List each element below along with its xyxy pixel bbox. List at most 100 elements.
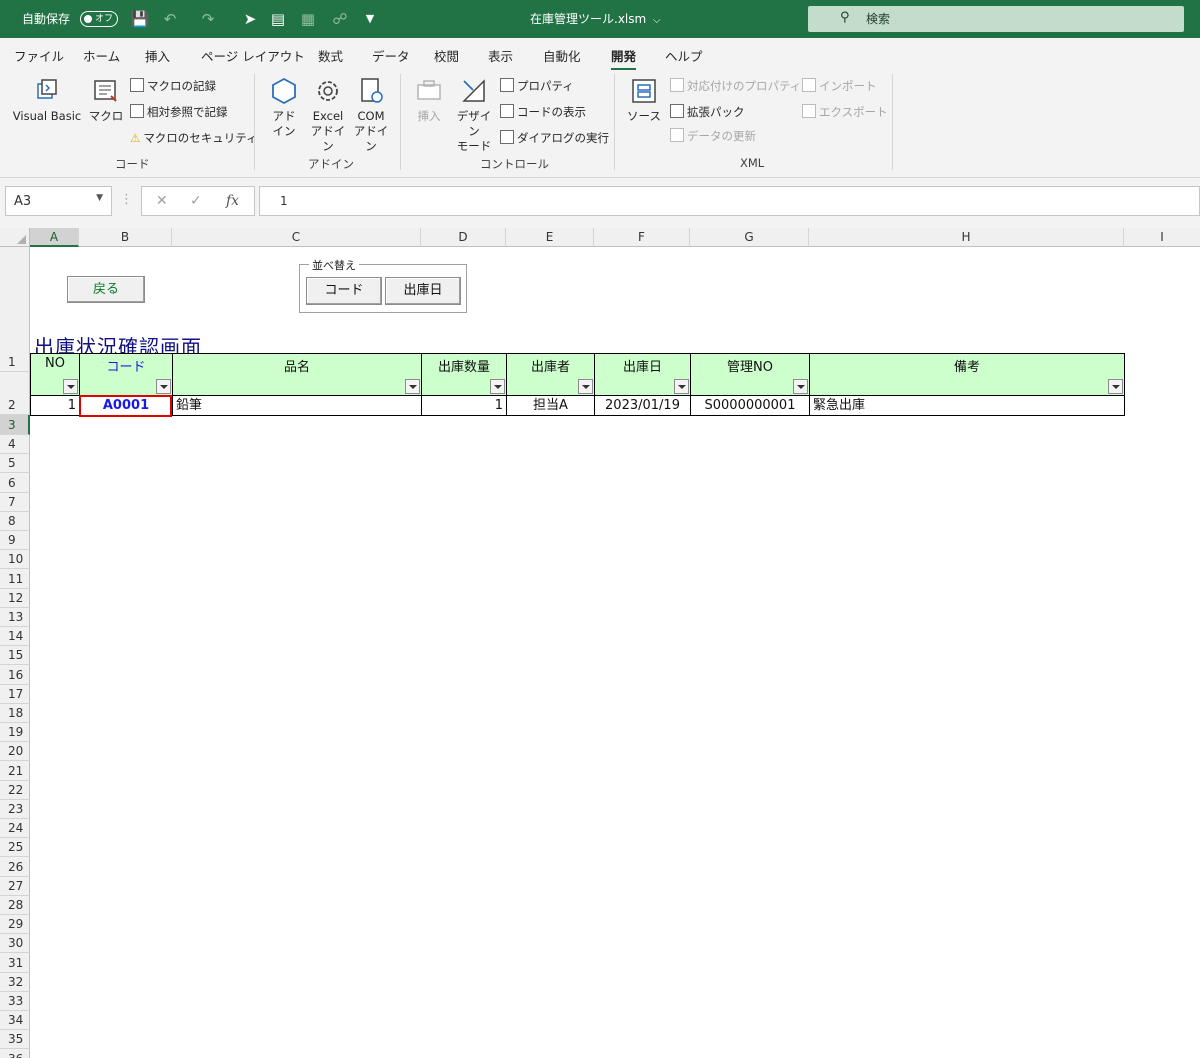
row-header-6[interactable]: 6 (0, 473, 30, 493)
filter-dropdown-icon[interactable] (674, 379, 689, 394)
row-header-34[interactable]: 34 (0, 1011, 30, 1031)
row-header-15[interactable]: 15 (0, 646, 30, 666)
touch-mode-icon[interactable]: ▤ (268, 9, 288, 29)
tab-automate[interactable]: 自動化 (543, 46, 581, 65)
enter-icon[interactable]: ✓ (190, 193, 202, 209)
pointer-icon[interactable]: ➤ (240, 9, 260, 29)
row-header-22[interactable]: 22 (0, 781, 30, 800)
tab-page-layout[interactable]: ページ レイアウト (201, 46, 305, 65)
map-properties-button[interactable]: 対応付けのプロパティ (670, 78, 801, 94)
row-header-26[interactable]: 26 (0, 857, 30, 877)
customize-qat-icon[interactable]: ▼ (360, 9, 380, 29)
name-box[interactable]: A3 ▼ (5, 186, 112, 216)
table-cell-remarks[interactable]: 緊急出庫 (809, 396, 1125, 416)
row-header-20[interactable]: 20 (0, 742, 30, 762)
column-header-b[interactable]: B (79, 228, 172, 247)
tab-file[interactable]: ファイル (14, 46, 64, 65)
row-header-30[interactable]: 30 (0, 934, 30, 954)
row-header-7[interactable]: 7 (0, 493, 30, 512)
export-button[interactable]: エクスポート (802, 104, 888, 120)
excel-addin-button[interactable]: Excel アドイン (307, 76, 349, 154)
table-cell-management-no[interactable]: S0000000001 (690, 396, 810, 416)
row-header-14[interactable]: 14 (0, 627, 30, 647)
addin-button[interactable]: アド イン (266, 76, 302, 139)
run-dialog-button[interactable]: ダイアログの実行 (500, 130, 609, 146)
row-header-29[interactable]: 29 (0, 915, 30, 935)
lock-icon[interactable]: ☍ (330, 9, 350, 29)
row-header-10[interactable]: 10 (0, 550, 30, 570)
properties-button[interactable]: プロパティ (500, 78, 574, 94)
row-header-23[interactable]: 23 (0, 800, 30, 819)
row-header-32[interactable]: 32 (0, 973, 30, 992)
visual-basic-button[interactable]: Visual Basic (10, 76, 84, 124)
row-header-25[interactable]: 25 (0, 838, 30, 858)
insert-control-button[interactable]: 挿入 (410, 76, 448, 124)
row-header-16[interactable]: 16 (0, 665, 30, 685)
record-macro-button[interactable]: マクロの記録 (130, 78, 216, 94)
row-header-24[interactable]: 24 (0, 819, 30, 839)
column-header-a[interactable]: A (30, 228, 79, 247)
back-button[interactable]: 戻る (67, 276, 145, 303)
row-header-18[interactable]: 18 (0, 704, 30, 723)
cancel-icon[interactable]: ✕ (156, 193, 168, 209)
row-header-17[interactable]: 17 (0, 685, 30, 704)
filter-dropdown-icon[interactable] (578, 379, 593, 394)
macro-security-button[interactable]: ⚠ マクロのセキュリティ (130, 130, 258, 146)
row-header-4[interactable]: 4 (0, 435, 30, 455)
undo-icon[interactable]: ↶ (160, 9, 180, 29)
table-cell-no[interactable]: 1 (30, 396, 80, 416)
column-header-c[interactable]: C (172, 228, 421, 247)
file-title[interactable]: 在庫管理ツール.xlsm ⌵ (530, 0, 661, 38)
filter-dropdown-icon[interactable] (1108, 379, 1123, 394)
row-header-5[interactable]: 5 (0, 454, 30, 474)
design-mode-button[interactable]: デザイン モード (452, 76, 496, 154)
row-header-19[interactable]: 19 (0, 723, 30, 743)
filter-dropdown-icon[interactable] (156, 379, 171, 394)
select-all-corner[interactable] (0, 228, 30, 247)
autosave-toggle[interactable]: オフ (80, 11, 118, 27)
search-box[interactable]: ⚲ 検索 (808, 6, 1184, 32)
row-header-13[interactable]: 13 (0, 608, 30, 627)
more-options-icon[interactable]: ⋮ (120, 192, 133, 207)
import-button[interactable]: インポート (802, 78, 877, 94)
column-header-g[interactable]: G (690, 228, 809, 247)
row-header-33[interactable]: 33 (0, 992, 30, 1011)
formula-input[interactable]: 1 (259, 186, 1200, 216)
tab-insert[interactable]: 挿入 (145, 46, 170, 65)
refresh-data-button[interactable]: データの更新 (670, 128, 756, 144)
save-icon[interactable]: 💾 (130, 9, 150, 29)
tab-review[interactable]: 校閲 (434, 46, 459, 65)
row-header-2[interactable]: 2 (0, 372, 30, 415)
table-cell-item-name[interactable]: 鉛筆 (172, 396, 422, 416)
relative-reference-button[interactable]: 相対参照で記録 (130, 104, 228, 120)
row-header-12[interactable]: 12 (0, 589, 30, 608)
insert-function-icon[interactable]: fx (226, 193, 239, 209)
view-code-button[interactable]: コードの表示 (500, 104, 586, 120)
table-cell-quantity[interactable]: 1 (421, 396, 507, 416)
row-header-31[interactable]: 31 (0, 953, 30, 973)
tab-data[interactable]: データ (372, 46, 410, 65)
sort-by-date-button[interactable]: 出庫日 (385, 277, 461, 305)
column-header-d[interactable]: D (421, 228, 506, 247)
expansion-pack-button[interactable]: 拡張パック (670, 104, 745, 120)
row-header-8[interactable]: 8 (0, 512, 30, 531)
com-addin-button[interactable]: COM アドイン (350, 76, 392, 154)
row-header-27[interactable]: 27 (0, 877, 30, 896)
table-cell-code[interactable]: A0001 (79, 396, 173, 416)
macro-button[interactable]: マクロ (88, 76, 124, 124)
table-cell-shipper[interactable]: 担当A (506, 396, 595, 416)
filter-dropdown-icon[interactable] (405, 379, 420, 394)
row-header-1[interactable]: 1 (0, 247, 30, 372)
row-header-3[interactable]: 3 (0, 415, 30, 435)
column-header-i[interactable]: I (1124, 228, 1200, 247)
filter-dropdown-icon[interactable] (63, 379, 78, 394)
table-cell-ship-date[interactable]: 2023/01/19 (594, 396, 691, 416)
row-header-35[interactable]: 35 (0, 1030, 30, 1050)
tab-formulas[interactable]: 数式 (318, 46, 343, 65)
filter-dropdown-icon[interactable] (490, 379, 505, 394)
row-header-9[interactable]: 9 (0, 531, 30, 551)
column-header-h[interactable]: H (809, 228, 1124, 247)
filter-dropdown-icon[interactable] (793, 379, 808, 394)
tab-developer[interactable]: 開発 (611, 46, 637, 71)
tab-help[interactable]: ヘルプ (665, 46, 703, 65)
